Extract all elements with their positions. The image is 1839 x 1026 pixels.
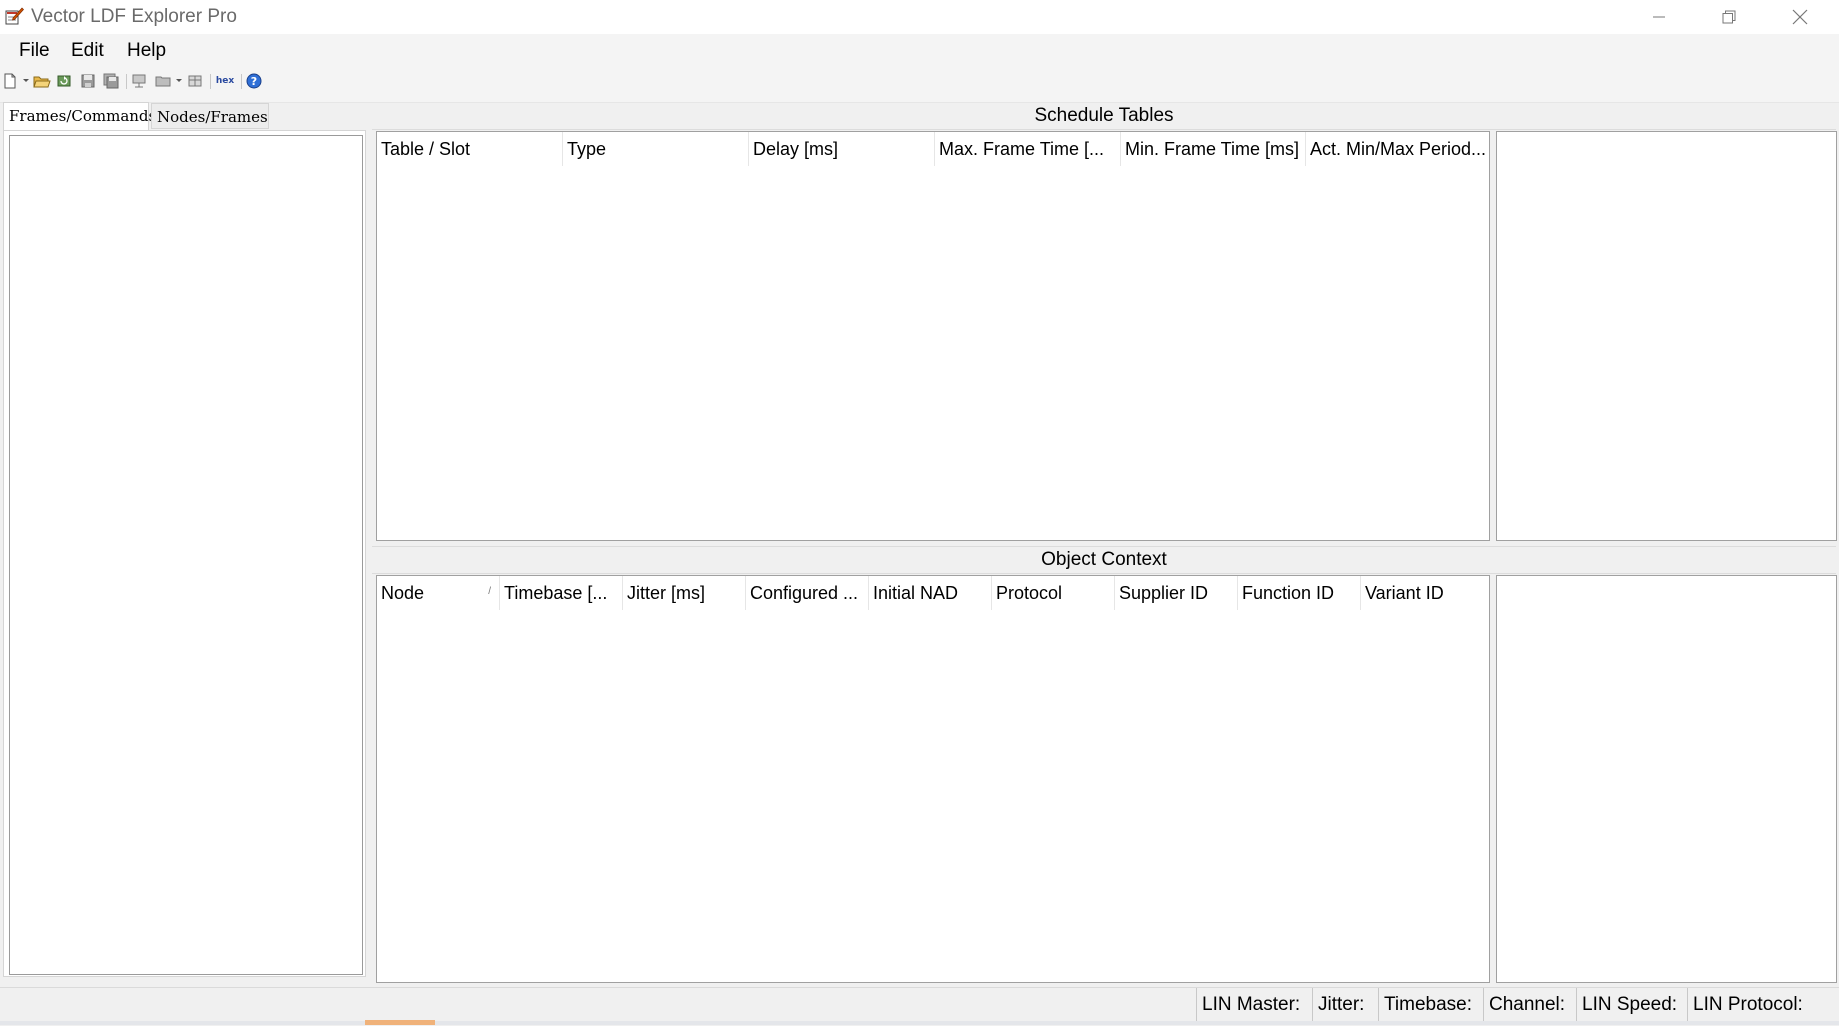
column-header-min-frame-time[interactable]: Min. Frame Time [ms]	[1121, 132, 1306, 166]
new-button[interactable]	[1, 72, 19, 90]
restore-icon	[1722, 10, 1736, 24]
status-lin-protocol: LIN Protocol:	[1687, 988, 1803, 1022]
schedule-detail-pane[interactable]	[1496, 131, 1837, 541]
bottom-edge	[0, 1021, 1839, 1025]
column-header-type[interactable]: Type	[563, 132, 749, 166]
column-header-delay[interactable]: Delay [ms]	[749, 132, 935, 166]
save-all-button[interactable]	[102, 72, 120, 90]
open-button[interactable]	[33, 72, 51, 90]
column-header-function-id[interactable]: Function ID	[1238, 576, 1361, 610]
title-bar: Vector LDF Explorer Pro	[0, 0, 1839, 34]
object-detail-pane[interactable]	[1496, 575, 1837, 983]
export-icon	[132, 74, 146, 88]
grid-icon	[188, 75, 202, 87]
object-context-table[interactable]: Node / Timebase [... Jitter [ms] Configu…	[376, 575, 1490, 983]
schedule-table-header: Table / Slot Type Delay [ms] Max. Frame …	[377, 132, 1489, 166]
hex-icon: hex	[215, 76, 235, 86]
app-icon	[4, 6, 24, 26]
toolbar-separator	[241, 74, 242, 89]
toolbar	[0, 68, 1839, 103]
column-header-table-slot[interactable]: Table / Slot	[377, 132, 563, 166]
column-header-configured[interactable]: Configured ...	[746, 576, 869, 610]
column-header-node[interactable]: Node /	[377, 576, 500, 610]
tab-frames-commands[interactable]: Frames/Commands	[3, 102, 156, 130]
schedule-table[interactable]: Table / Slot Type Delay [ms] Max. Frame …	[376, 131, 1490, 541]
help-icon: ?	[246, 73, 262, 89]
status-lin-master: LIN Master:	[1196, 988, 1300, 1022]
window-title: Vector LDF Explorer Pro	[31, 6, 237, 27]
object-context-title: Object Context	[1041, 549, 1167, 570]
grid-button[interactable]	[186, 72, 204, 90]
save-button[interactable]	[79, 72, 97, 90]
reload-icon	[57, 75, 71, 87]
section-divider	[372, 573, 1836, 574]
menu-help[interactable]: Help	[127, 40, 166, 62]
minimize-icon	[1653, 16, 1665, 18]
status-timebase: Timebase:	[1378, 988, 1472, 1022]
help-button[interactable]: ?	[245, 72, 263, 90]
main-window: Vector LDF Explorer Pro File Edit Help h…	[0, 0, 1839, 1026]
column-header-node-label: Node	[381, 583, 425, 603]
restore-button[interactable]	[1695, 0, 1763, 34]
minimize-button[interactable]	[1625, 0, 1693, 34]
folder-dropdown-arrow[interactable]	[176, 79, 182, 82]
column-header-supplier-id[interactable]: Supplier ID	[1115, 576, 1238, 610]
menu-file[interactable]: File	[19, 40, 50, 62]
object-context-table-header: Node / Timebase [... Jitter [ms] Configu…	[377, 576, 1489, 610]
new-dropdown-arrow[interactable]	[23, 79, 29, 82]
reload-button[interactable]	[56, 72, 74, 90]
folder-icon	[155, 76, 171, 87]
open-icon	[33, 76, 51, 88]
folder-button[interactable]	[154, 72, 172, 90]
schedule-tables-title: Schedule Tables	[1034, 105, 1174, 126]
svg-text:?: ?	[251, 75, 257, 88]
toolbar-separator	[126, 74, 127, 89]
column-header-max-frame-time[interactable]: Max. Frame Time [...	[935, 132, 1121, 166]
new-icon	[4, 73, 16, 89]
status-jitter: Jitter:	[1312, 988, 1364, 1022]
column-header-protocol[interactable]: Protocol	[992, 576, 1115, 610]
column-header-initial-nad[interactable]: Initial NAD	[869, 576, 992, 610]
save-icon	[81, 74, 95, 88]
column-header-jitter[interactable]: Jitter [ms]	[623, 576, 746, 610]
menu-bar: File Edit Help	[0, 34, 1839, 68]
left-tab-page	[3, 130, 366, 977]
sort-indicator-icon: /	[488, 586, 491, 597]
frames-tree[interactable]	[9, 135, 363, 975]
status-lin-speed: LIN Speed:	[1576, 988, 1677, 1022]
taskbar-accent	[365, 1020, 435, 1025]
export-button[interactable]	[130, 72, 148, 90]
save-all-icon	[103, 73, 119, 89]
toolbar-separator	[210, 74, 211, 89]
menu-edit[interactable]: Edit	[71, 40, 104, 62]
column-header-variant-id[interactable]: Variant ID	[1361, 576, 1489, 610]
column-header-timebase[interactable]: Timebase [...	[500, 576, 623, 610]
tab-nodes-frames[interactable]: Nodes/Frames	[151, 103, 269, 129]
section-divider	[372, 129, 1836, 130]
section-divider	[372, 546, 1836, 547]
column-header-act-min-max-period[interactable]: Act. Min/Max Period...	[1306, 132, 1489, 166]
status-channel: Channel:	[1483, 988, 1565, 1022]
close-button[interactable]	[1766, 0, 1834, 34]
close-icon	[1792, 9, 1808, 25]
hex-button[interactable]: hex	[215, 72, 235, 90]
